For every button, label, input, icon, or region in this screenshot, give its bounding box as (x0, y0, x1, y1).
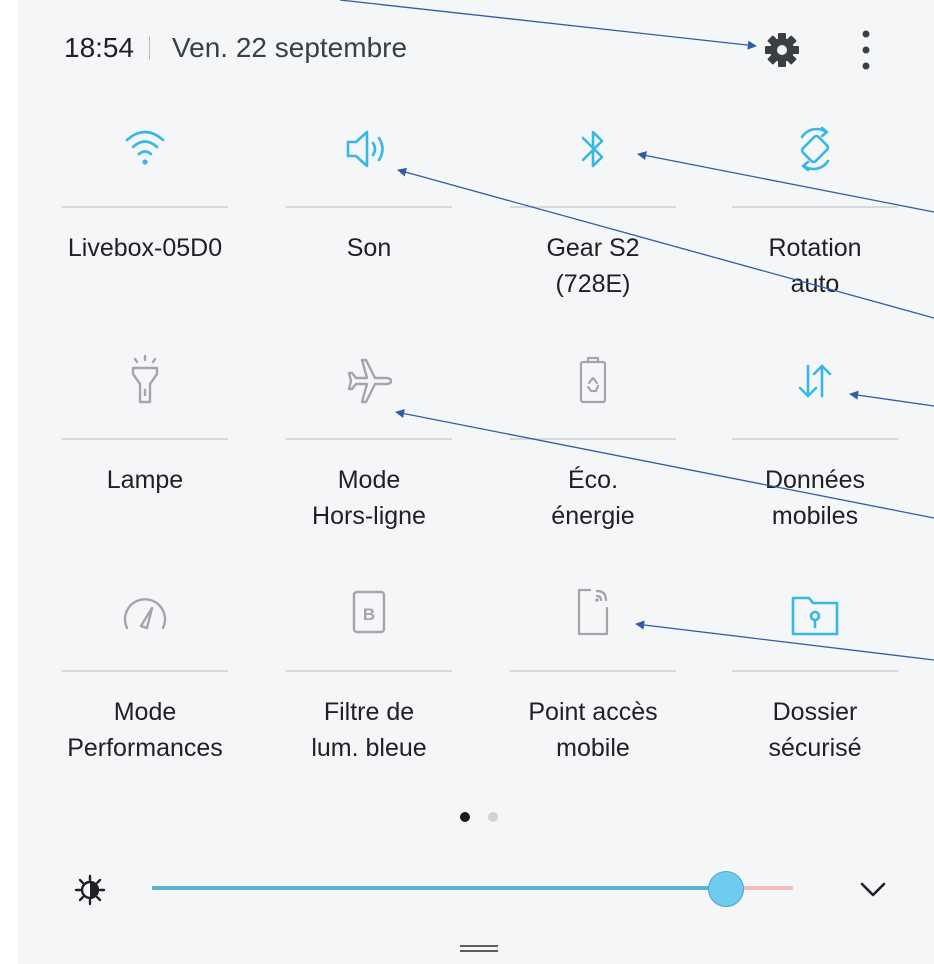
tile-label: Mode Hors-ligne (312, 466, 426, 530)
tile-power-saving[interactable]: Éco. énergie (510, 350, 676, 580)
divider (149, 36, 150, 60)
tile-divider (732, 670, 898, 672)
tile-mobile-data[interactable]: Données mobiles (732, 350, 898, 580)
brightness-slider-fill[interactable] (152, 886, 727, 890)
tile-label: Point accès mobile (528, 698, 658, 762)
tile-label: Mode Performances (67, 698, 223, 762)
date: Ven. 22 septembre (172, 32, 408, 63)
status-bar: 18:54 Ven. 22 septembre (18, 0, 934, 100)
auto-rotate-icon (800, 126, 830, 172)
drag-handle[interactable] (460, 944, 498, 952)
tile-divider (62, 438, 228, 440)
tile-flashlight[interactable]: Lampe (62, 350, 228, 580)
tile-label: Dossier sécurisé (768, 698, 862, 762)
tile-divider (286, 206, 452, 208)
wifi-icon (125, 130, 165, 165)
tile-divider (62, 206, 228, 208)
tile-auto-rotate[interactable]: Rotation auto (732, 118, 898, 348)
tile-secure-folder[interactable]: Dossier sécurisé (732, 582, 898, 812)
speedometer-icon (123, 598, 167, 630)
mobile-hotspot-icon (577, 588, 609, 636)
tile-label: Gear S2 (728E) (546, 234, 640, 298)
tile-label: Éco. énergie (551, 466, 635, 530)
battery-saver-icon (579, 356, 607, 404)
quick-settings-panel: 18:54 Ven. 22 septembre Livebox-05D0 Son… (18, 0, 934, 964)
tile-blue-light-filter[interactable]: B Filtre de lum. bleue (286, 582, 452, 812)
page-dot[interactable] (488, 812, 498, 822)
tile-divider (510, 670, 676, 672)
tile-label: Livebox-05D0 (67, 234, 223, 262)
blue-light-filter-icon: B (352, 590, 386, 634)
tile-label: Filtre de lum. bleue (311, 698, 427, 762)
svg-text:B: B (363, 605, 375, 624)
brightness-icon (74, 874, 106, 906)
tile-wifi[interactable]: Livebox-05D0 (62, 118, 228, 348)
tile-divider (510, 438, 676, 440)
tile-divider (510, 206, 676, 208)
tile-divider (732, 206, 898, 208)
mobile-data-icon (798, 364, 832, 398)
bluetooth-icon (581, 130, 604, 168)
airplane-icon (347, 358, 393, 404)
tile-divider (286, 438, 452, 440)
tile-performance-mode[interactable]: Mode Performances (62, 582, 228, 812)
tile-bluetooth[interactable]: Gear S2 (728E) (510, 118, 676, 348)
tile-airplane-mode[interactable]: Mode Hors-ligne (286, 350, 452, 580)
brightness-slider-thumb[interactable] (708, 871, 744, 907)
page-indicator (458, 810, 508, 824)
tile-label: Données mobiles (764, 466, 866, 530)
page-dot-active[interactable] (460, 812, 470, 822)
secure-folder-icon (791, 596, 839, 636)
flashlight-icon (131, 354, 159, 404)
tile-divider (732, 438, 898, 440)
tile-mobile-hotspot[interactable]: Point accès mobile (510, 582, 676, 812)
more-options-icon[interactable] (854, 28, 878, 72)
tile-label: Rotation auto (768, 234, 862, 298)
tile-divider (286, 670, 452, 672)
gear-icon[interactable] (762, 30, 802, 70)
chevron-down-icon[interactable] (858, 878, 888, 900)
tile-label: Lampe (106, 466, 184, 494)
tile-sound[interactable]: Son (286, 118, 452, 348)
tile-label: Son (346, 234, 392, 262)
clock: 18:54 (64, 32, 135, 63)
brightness-control (18, 860, 934, 920)
tile-divider (62, 670, 228, 672)
sound-icon (346, 130, 384, 168)
